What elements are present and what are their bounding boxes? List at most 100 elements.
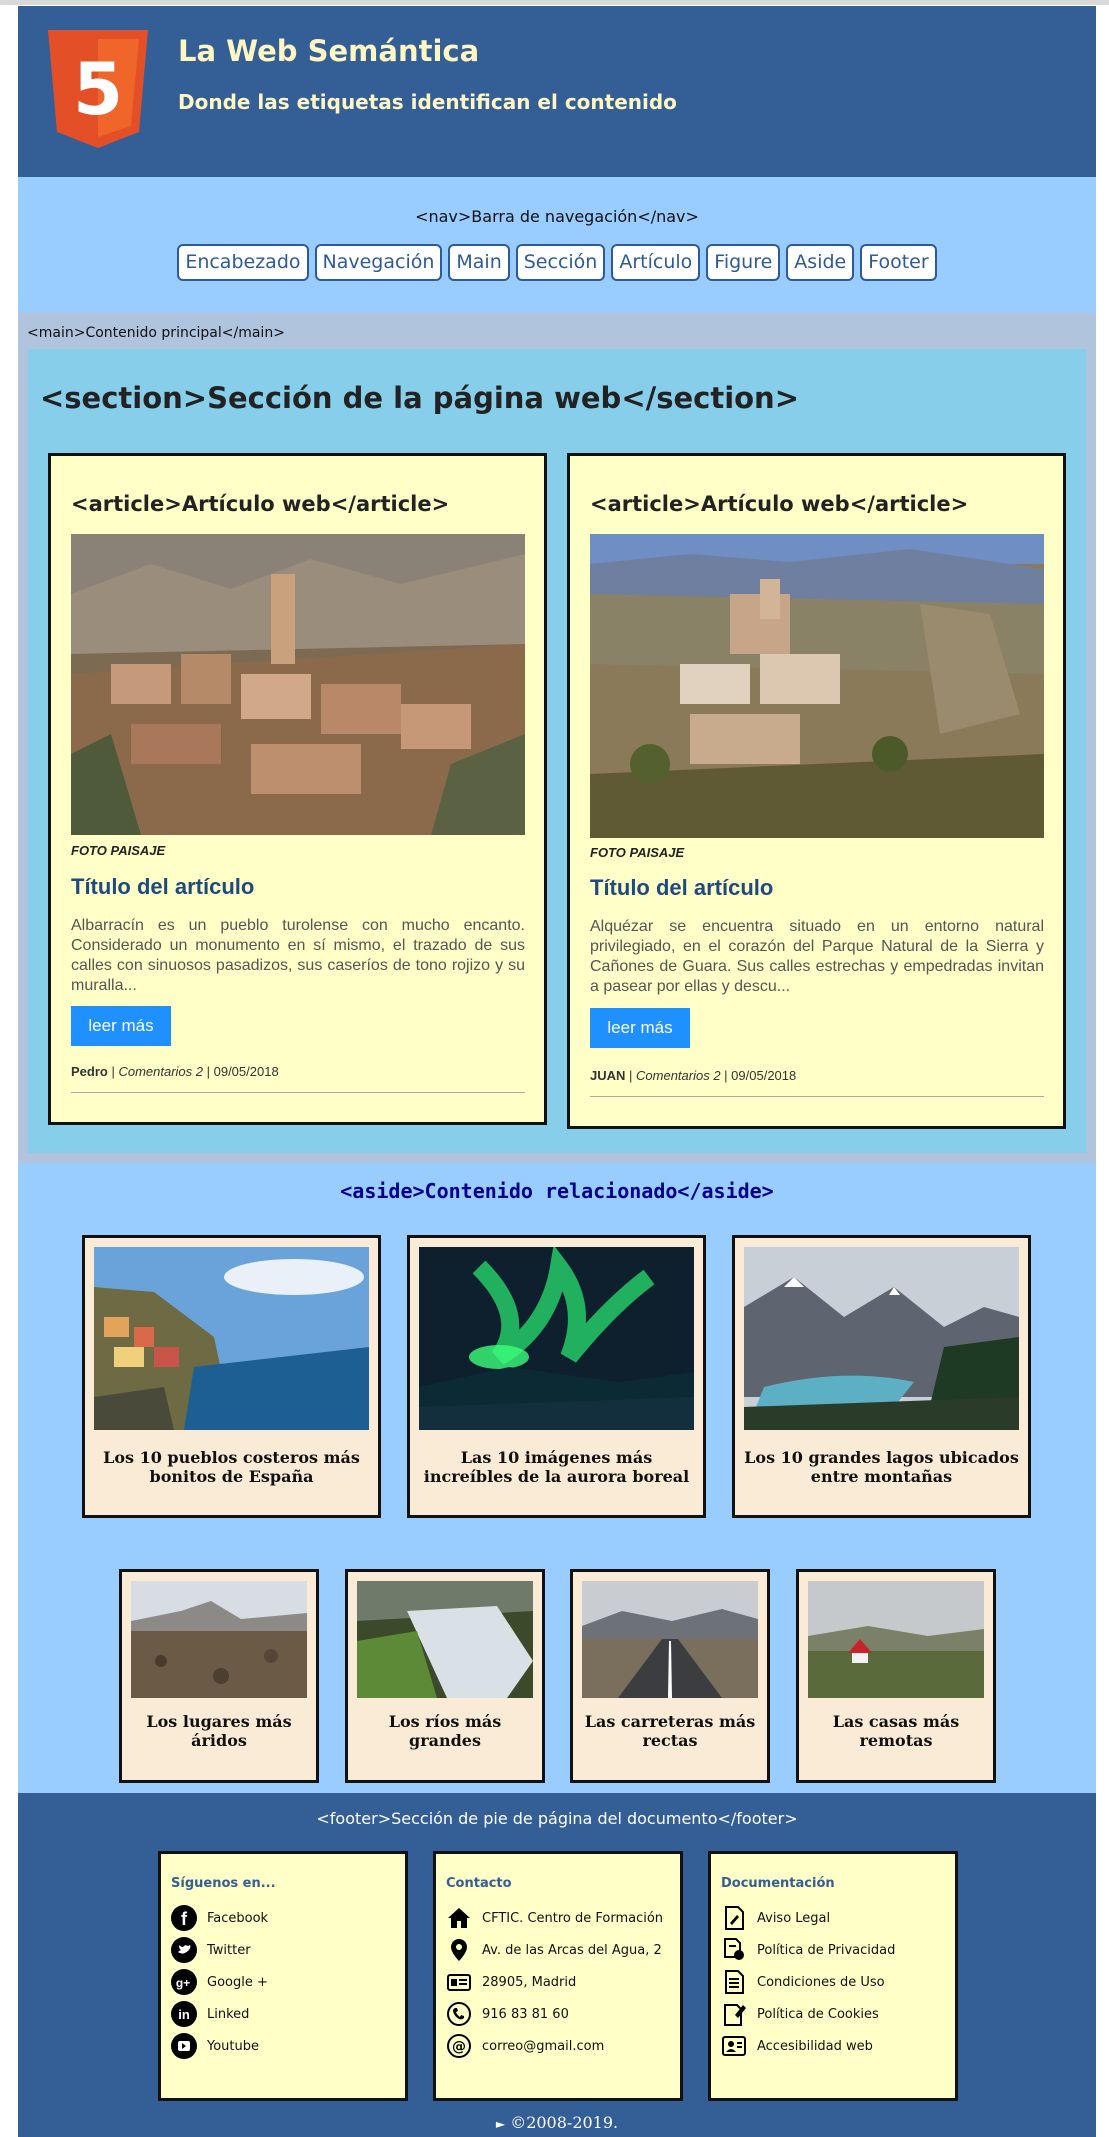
related-card[interactable]: Los ríos más grandes	[345, 1569, 545, 1783]
doc-link-legal[interactable]: Aviso Legal	[721, 1904, 830, 1932]
phone-icon	[446, 2001, 472, 2027]
facebook-icon: f	[171, 1905, 197, 1931]
article-tag-title: <article>Artículo web</article>	[71, 492, 450, 516]
header: 5 La Web Semántica Donde las etiquetas i…	[18, 6, 1096, 177]
doc-link-label: Aviso Legal	[757, 1910, 831, 1926]
article-heading[interactable]: Título del artículo	[590, 875, 773, 901]
related-card[interactable]: Los lugares más áridos	[119, 1569, 319, 1783]
navigation-bar: <nav>Barra de navegación</nav> Encabezad…	[18, 177, 1096, 313]
page: 5 La Web Semántica Donde las etiquetas i…	[18, 6, 1096, 2137]
contact-city: 28905, Madrid	[446, 1968, 576, 1996]
top-border	[0, 0, 1109, 5]
meta-separator: |	[720, 1068, 732, 1083]
nav-button-main[interactable]: Main	[448, 244, 510, 281]
nav-button-encabezado[interactable]: Encabezado	[177, 244, 309, 281]
at-icon: @	[446, 2033, 472, 2059]
footer-link-youtube[interactable]: Youtube	[171, 2032, 259, 2060]
article-card: <article>Artículo web</article> FOTO PAI…	[567, 453, 1066, 1129]
contact-label: Av. de las Arcas del Agua, 2	[482, 1942, 662, 1958]
accessibility-icon	[721, 2033, 747, 2059]
linkedin-icon: in	[171, 2001, 197, 2027]
nav-button-articulo[interactable]: Artículo	[611, 244, 701, 281]
footer-link-twitter[interactable]: Twitter	[171, 1936, 251, 1964]
copyright: ► ©2008-2019.	[18, 2113, 1096, 2132]
copyright-marker: ►	[495, 2117, 506, 2131]
article-author: Pedro	[71, 1064, 108, 1079]
nav-button-footer[interactable]: Footer	[860, 244, 937, 281]
article-divider	[71, 1092, 525, 1093]
footer-link-label: Youtube	[207, 2038, 259, 2054]
footer-link-label: Facebook	[207, 1910, 269, 1926]
footer-social: Síguenos en... f Facebook Twitter g+ Goo…	[158, 1851, 408, 2101]
html5-logo-icon: 5	[48, 30, 148, 150]
doc-link-accessibility[interactable]: Accesibilidad web	[721, 2032, 873, 2060]
section-title: <section>Sección de la página web</secti…	[40, 381, 799, 415]
card-photo-river	[357, 1581, 533, 1698]
web-section: <section>Sección de la página web</secti…	[28, 349, 1086, 1153]
legal-notice-icon	[721, 1905, 747, 1931]
related-card[interactable]: Las casas más remotas	[796, 1569, 996, 1783]
article-card: <article>Artículo web</article> FOTO PAI…	[48, 453, 547, 1125]
nav-label: <nav>Barra de navegación</nav>	[415, 207, 699, 226]
meta-separator: |	[107, 1064, 119, 1079]
footer-column-title: Síguenos en...	[171, 1876, 276, 1891]
footer-documentation: Documentación Aviso Legal Política de Pr…	[708, 1851, 958, 2101]
article-photo-alquezar	[590, 534, 1044, 838]
card-photo-mountain-lake	[744, 1247, 1019, 1430]
article-date: 09/05/2018	[731, 1068, 797, 1083]
related-card[interactable]: Las 10 imágenes más increíbles de la aur…	[407, 1235, 706, 1518]
doc-link-privacy[interactable]: Política de Privacidad	[721, 1936, 895, 1964]
meta-separator: |	[203, 1064, 214, 1079]
copyright-text: ©2008-2019.	[510, 2113, 619, 2132]
read-more-button[interactable]: leer más	[590, 1008, 690, 1048]
doc-link-terms[interactable]: Condiciones de Uso	[721, 1968, 885, 1996]
nav-button-navegacion[interactable]: Navegación	[314, 244, 443, 281]
doc-link-label: Política de Privacidad	[757, 1942, 896, 1958]
footer-link-facebook[interactable]: f Facebook	[171, 1904, 268, 1932]
contact-phone[interactable]: 916 83 81 60	[446, 2000, 569, 2028]
related-card[interactable]: Las carreteras más rectas	[570, 1569, 770, 1783]
footer-link-google-plus[interactable]: g+ Google +	[171, 1968, 268, 1996]
main-content: <main>Contenido principal</main> <sectio…	[18, 313, 1096, 1163]
article-photo-albarracin	[71, 534, 525, 835]
google-plus-icon: g+	[171, 1969, 197, 1995]
article-comments[interactable]: Comentarios 2	[118, 1064, 203, 1079]
site-title: La Web Semántica	[178, 34, 480, 68]
article-comments[interactable]: Comentarios 2	[636, 1068, 721, 1083]
card-photo-straight-road	[582, 1581, 758, 1698]
svg-text:f: f	[181, 1909, 188, 1929]
article-date: 09/05/2018	[213, 1064, 279, 1079]
related-card[interactable]: Los 10 grandes lagos ubicados entre mont…	[732, 1235, 1031, 1518]
home-icon	[446, 1905, 472, 1931]
doc-link-cookies[interactable]: Política de Cookies	[721, 2000, 879, 2028]
read-more-button[interactable]: leer más	[71, 1006, 171, 1046]
contact-address: Av. de las Arcas del Agua, 2	[446, 1936, 662, 1964]
nav-button-figure[interactable]: Figure	[706, 244, 781, 281]
nav-button-aside[interactable]: Aside	[786, 244, 855, 281]
article-heading[interactable]: Título del artículo	[71, 874, 254, 900]
contact-label: CFTIC. Centro de Formación	[482, 1910, 664, 1926]
footer-label: <footer>Sección de pie de página del doc…	[316, 1809, 798, 1828]
card-title: Los ríos más grandes	[388, 1712, 502, 1750]
twitter-icon	[171, 1937, 197, 1963]
privacy-icon	[721, 1937, 747, 1963]
card-title: Las casas más remotas	[832, 1712, 960, 1750]
svg-text:g+: g+	[176, 1976, 190, 1990]
nav-button-seccion[interactable]: Sección	[515, 244, 606, 281]
footer-link-linkedin[interactable]: in Linked	[171, 2000, 249, 2028]
site-subtitle: Donde las etiquetas identifican el conte…	[178, 90, 677, 114]
nav-buttons: Encabezado Navegación Main Sección Artíc…	[18, 244, 1096, 281]
footer-column-title: Documentación	[721, 1876, 835, 1891]
card-photo-arid-land	[131, 1581, 307, 1698]
contact-email[interactable]: @ correo@gmail.com	[446, 2032, 604, 2060]
related-card[interactable]: Los 10 pueblos costeros más bonitos de E…	[82, 1235, 381, 1518]
article-text: Albarracín es un pueblo turolense con mu…	[71, 917, 525, 994]
contact-label: 28905, Madrid	[482, 1974, 577, 1990]
aside-title: <aside>Contenido relacionado</aside>	[340, 1179, 774, 1203]
doc-link-label: Política de Cookies	[757, 2006, 879, 2022]
footer: <footer>Sección de pie de página del doc…	[18, 1793, 1096, 2137]
svg-text:in: in	[178, 2007, 190, 2022]
article-text: Alquézar se encuentra situado en un ento…	[590, 918, 1044, 995]
card-photo-remote-house	[808, 1581, 984, 1698]
article-author: JUAN	[590, 1068, 626, 1083]
